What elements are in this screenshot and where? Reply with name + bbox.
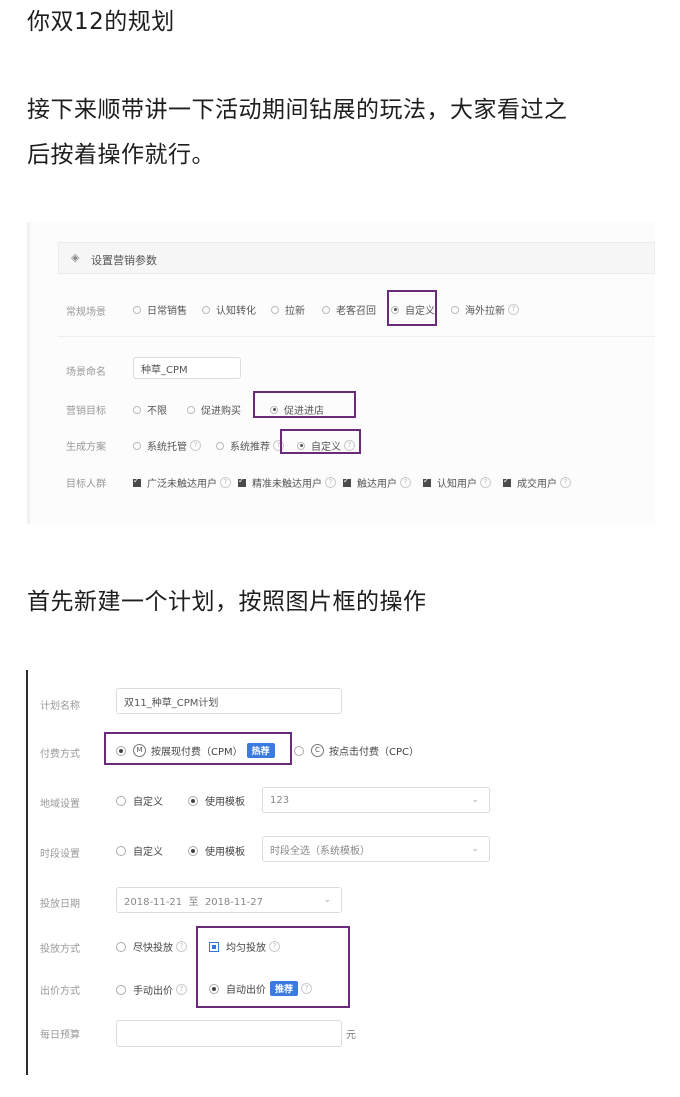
chevron-down-icon: ⌄ [471,795,479,805]
region-option-template[interactable]: 使用模板 [188,793,245,808]
time-option-template[interactable]: 使用模板 [188,843,245,858]
scene-option-cognition[interactable]: 认知转化 [202,302,256,317]
highlight-box-scene [387,290,437,326]
section-header: ◈ 设置营销参数 [58,242,655,274]
bid-label: 出价方式 [40,986,80,997]
plan-option-recommend[interactable]: 系统推荐? [216,438,284,453]
article-paragraph-line-2: 后按着操作就行。 [27,142,215,168]
time-option-custom[interactable]: 自定义 [116,843,163,858]
highlight-box-pay [104,732,292,765]
cpc-letter-icon: C [311,744,324,757]
scene-option-overseas[interactable]: 海外拉新? [451,302,519,317]
name-label: 场景命名 [66,367,106,378]
highlight-box-delivery-bid [196,926,350,1008]
section-title: 设置营销参数 [91,254,157,267]
screenshot-marketing-params: ◈ 设置营销参数 常规场景 日常销售 认知转化 拉新 老客召回 自定义 海外拉新… [27,222,655,524]
article-paragraph-line-1: 接下来顺带讲一下活动期间钻展的玩法，大家看过之 [27,97,568,123]
article-heading: 你双12的规划 [27,9,175,35]
daily-budget-input[interactable] [116,1020,342,1047]
time-template-select[interactable]: 时段全选（系统模板） ⌄ [262,836,490,862]
budget-unit: 元 [346,1030,356,1041]
scene-label: 常规场景 [66,307,106,318]
scene-name-input[interactable]: 种草_CPM [133,357,241,379]
delivery-option-fast[interactable]: 尽快投放? [116,939,187,954]
pay-label: 付费方式 [40,749,80,760]
plan-name-label: 计划名称 [40,701,80,712]
crowd-option-converted[interactable]: 成交用户? [503,475,571,490]
scene-option-acquire[interactable]: 拉新 [271,302,305,317]
region-option-custom[interactable]: 自定义 [116,793,163,808]
scene-option-recall[interactable]: 老客召回 [322,302,376,317]
screenshot-new-plan: 计划名称 双11_种草_CPM计划 付费方式 M 按展现付费（CPM） 热荐 C 按点… [26,670,628,1075]
layers-icon: ◈ [71,251,80,264]
date-range-picker[interactable]: 2018-11-21 至 2018-11-27 ⌄ [116,887,342,913]
pay-option-cpc[interactable]: C 按点击付费（CPC） [294,743,419,758]
divider [58,336,655,337]
region-template-select[interactable]: 123 ⌄ [262,787,490,813]
budget-label: 每日预算 [40,1030,80,1041]
article-paragraph-3: 首先新建一个计划，按照图片框的操作 [27,589,427,615]
plan-option-hosted[interactable]: 系统托管? [133,438,201,453]
plan-label: 生成方案 [66,442,106,453]
scene-option-daily[interactable]: 日常销售 [133,302,187,317]
crowd-label: 目标人群 [66,479,106,490]
delivery-label: 投放方式 [40,944,80,955]
bid-option-manual[interactable]: 手动出价? [116,982,187,997]
plan-name-input[interactable]: 双11_种草_CPM计划 [116,688,342,714]
goal-label: 营销目标 [66,406,106,417]
crowd-option-precise[interactable]: 精准未触达用户? [238,475,336,490]
date-label: 投放日期 [40,899,80,910]
chevron-down-icon: ⌄ [471,844,479,854]
highlight-box-goal [253,391,356,418]
goal-option-any[interactable]: 不限 [133,402,167,417]
chevron-down-icon: ⌄ [323,895,331,905]
crowd-option-aware[interactable]: 认知用户? [423,475,491,490]
highlight-box-plan [280,429,361,454]
help-icon[interactable]: ? [508,304,519,315]
time-label: 时段设置 [40,849,80,860]
crowd-option-reached[interactable]: 触达用户? [343,475,411,490]
region-label: 地域设置 [40,799,80,810]
crowd-option-broad[interactable]: 广泛未触达用户? [133,475,231,490]
goal-option-purchase[interactable]: 促进购买 [187,402,241,417]
